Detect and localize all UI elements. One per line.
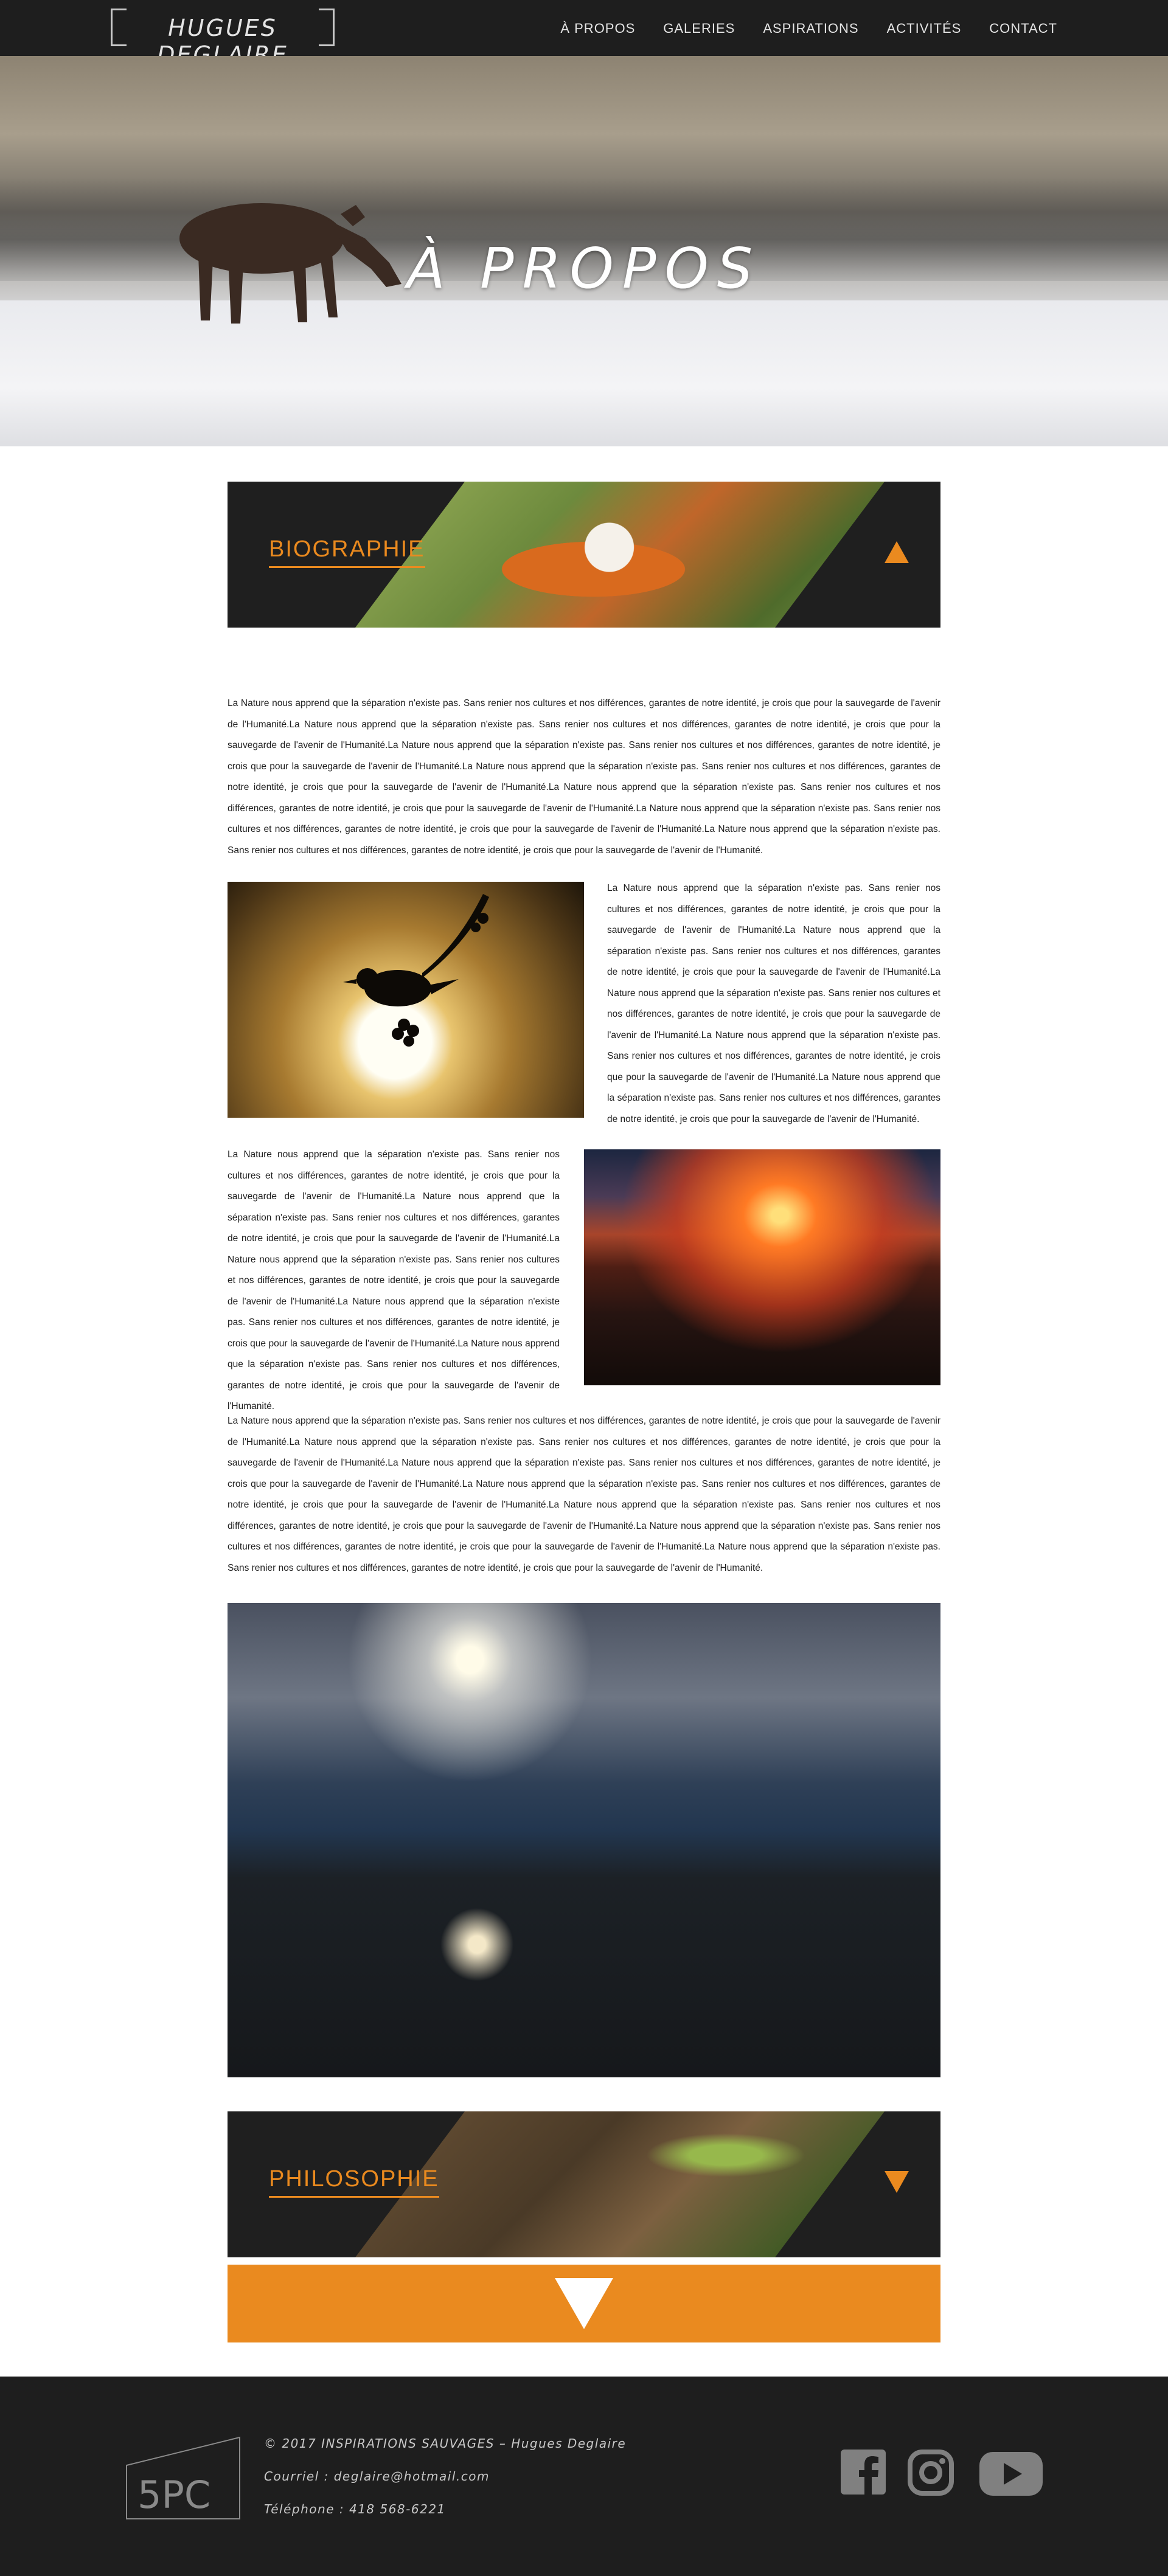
studio-mark-text: 5PC bbox=[137, 2473, 210, 2517]
instagram-icon[interactable] bbox=[908, 2450, 954, 2496]
nav-item-aspirations[interactable]: ASPIRATIONS bbox=[763, 21, 858, 36]
site-footer: 5PC © 2017 INSPIRATIONS SAUVAGES – Hugue… bbox=[0, 2377, 1168, 2576]
nav-item-contact[interactable]: CONTACT bbox=[989, 21, 1057, 36]
email-text[interactable]: Courriel : deglaire@hotmail.com bbox=[264, 2469, 626, 2484]
biography-label: BIOGRAPHIE bbox=[269, 536, 425, 568]
bird-silhouette bbox=[343, 894, 489, 1047]
biography-paragraph-4: La Nature nous apprend que la séparation… bbox=[228, 1416, 940, 1573]
facebook-icon[interactable] bbox=[841, 2450, 886, 2495]
expand-section-button[interactable] bbox=[228, 2265, 940, 2342]
biography-section-header[interactable]: BIOGRAPHIE bbox=[228, 482, 940, 628]
page-title: À PROPOS bbox=[406, 236, 762, 301]
footer-info: © 2017 INSPIRATIONS SAUVAGES – Hugues De… bbox=[264, 2436, 626, 2535]
biography-paragraph-3: La Nature nous apprend que la séparation… bbox=[228, 1149, 560, 1411]
site-header: HUGUES DEGLAIRE À PROPOS GALERIES ASPIRA… bbox=[0, 0, 1168, 68]
triangle-down-icon[interactable] bbox=[885, 2171, 909, 2193]
bird-silhouette-image bbox=[228, 882, 584, 1118]
philosophy-section-header[interactable]: PHILOSOPHIE bbox=[228, 2111, 940, 2257]
moonlit-coast-image bbox=[228, 1603, 940, 2077]
triangle-up-icon[interactable] bbox=[885, 541, 909, 563]
triangle-down-icon bbox=[555, 2278, 613, 2329]
phone-text: Téléphone : 418 568-6221 bbox=[264, 2502, 446, 2516]
philosophy-label: PHILOSOPHIE bbox=[269, 2166, 439, 2198]
biography-paragraph-1: La Nature nous apprend que la séparation… bbox=[228, 698, 940, 856]
site-logo[interactable]: HUGUES DEGLAIRE bbox=[111, 9, 335, 68]
logo-bracket-right bbox=[319, 9, 335, 46]
youtube-icon[interactable] bbox=[979, 2452, 1043, 2496]
biography-paragraph-2: La Nature nous apprend que la séparation… bbox=[607, 883, 940, 1124]
nav-item-activites[interactable]: ACTIVITÉS bbox=[887, 21, 962, 36]
fox-image bbox=[355, 482, 885, 628]
main-nav: À PROPOS GALERIES ASPIRATIONS ACTIVITÉS … bbox=[532, 21, 1057, 36]
studio-mark-logo: 5PC bbox=[126, 2436, 240, 2519]
hero-banner: À PROPOS bbox=[0, 56, 1168, 446]
sunset-waves-image bbox=[584, 1149, 940, 1385]
nav-item-a-propos[interactable]: À PROPOS bbox=[560, 21, 635, 36]
copyright-text: © 2017 INSPIRATIONS SAUVAGES – Hugues De… bbox=[264, 2436, 627, 2451]
nav-item-galeries[interactable]: GALERIES bbox=[663, 21, 735, 36]
